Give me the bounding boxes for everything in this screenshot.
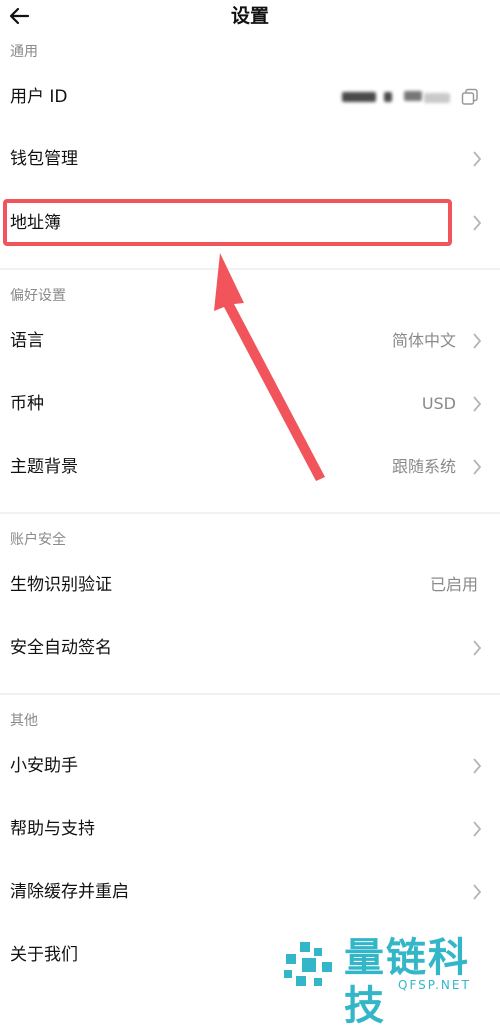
chevron-right-icon [473, 884, 482, 900]
section-title-other: 其他 [10, 713, 38, 729]
watermark-subtext: QFSP.NET [398, 978, 471, 992]
row-auto-sign[interactable]: 安全自动签名 [0, 618, 500, 678]
section-divider [0, 693, 500, 695]
row-value: USD [421, 394, 456, 413]
page-title: 设置 [230, 5, 269, 27]
annotation-arrow [214, 253, 325, 481]
chevron-right-icon [473, 758, 482, 774]
watermark-logo-icon [284, 942, 332, 986]
row-assistant[interactable]: 小安助手 [0, 736, 500, 796]
row-label: 用户 ID [10, 87, 68, 107]
watermark: 量链科技 QFSP.NET [278, 934, 500, 1029]
row-label: 安全自动签名 [10, 638, 112, 658]
chevron-right-icon [473, 459, 482, 475]
section-title-general: 通用 [10, 44, 38, 60]
row-label: 主题背景 [10, 457, 78, 477]
section-title-preferences: 偏好设置 [10, 288, 66, 304]
row-biometric[interactable]: 生物识别验证 已启用 [0, 555, 500, 615]
row-label: 清除缓存并重启 [10, 882, 129, 902]
row-label: 帮助与支持 [10, 819, 95, 839]
top-bar: 设置 [0, 0, 500, 34]
chevron-right-icon [473, 396, 482, 412]
row-clear-cache[interactable]: 清除缓存并重启 [0, 862, 500, 922]
row-label: 小安助手 [10, 756, 78, 776]
section-title-security: 账户安全 [10, 532, 66, 548]
chevron-right-icon [473, 333, 482, 349]
row-label: 钱包管理 [10, 149, 78, 169]
row-wallet-management[interactable]: 钱包管理 [0, 129, 500, 189]
chevron-right-icon [473, 151, 482, 167]
row-user-id: 用户 ID [0, 67, 500, 127]
row-value: 跟随系统 [391, 457, 456, 476]
row-label: 币种 [10, 394, 44, 414]
chevron-right-icon [473, 821, 482, 837]
section-divider [0, 512, 500, 514]
copy-icon[interactable] [461, 88, 479, 106]
annotation-highlight-box [3, 199, 452, 246]
row-help[interactable]: 帮助与支持 [0, 799, 500, 859]
row-label: 生物识别验证 [10, 575, 112, 595]
row-value: 已启用 [429, 575, 478, 594]
row-label: 关于我们 [10, 945, 78, 965]
chevron-right-icon [473, 215, 482, 231]
row-label: 语言 [10, 331, 44, 351]
row-value: 简体中文 [391, 331, 456, 350]
chevron-right-icon [473, 640, 482, 656]
